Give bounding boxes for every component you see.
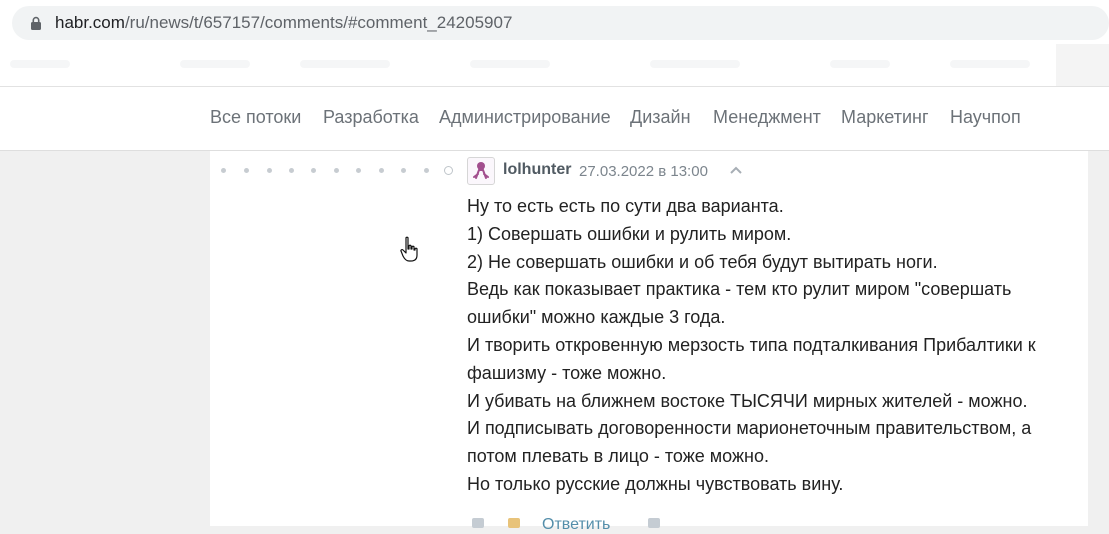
- bookmark-item[interactable]: [180, 60, 250, 68]
- comment-line: И убивать на ближнем востоке ТЫСЯЧИ мирн…: [467, 390, 1028, 411]
- comment-line: потом плевать в лицо - тоже можно.: [467, 446, 769, 467]
- avatar-icon[interactable]: [467, 157, 495, 185]
- thread-level-dot: [311, 168, 316, 173]
- nav-item-popsci[interactable]: Научпоп: [950, 107, 1021, 128]
- nav-item-development[interactable]: Разработка: [323, 107, 419, 128]
- comment-line: Ну то есть есть по сути два варианта.: [467, 196, 784, 216]
- comment-body: Ну то есть есть по сути два варианта. 1)…: [467, 193, 1077, 499]
- comment-line: И подписывать договоренности марионеточн…: [467, 418, 1032, 439]
- comment-line: фашизму - тоже можно.: [467, 362, 667, 383]
- comment-username[interactable]: lolhunter: [503, 161, 571, 179]
- reply-link[interactable]: Ответить: [542, 516, 610, 534]
- url-path: /ru/news/t/657157/comments/#comment_2420…: [124, 13, 513, 32]
- bookmark-item[interactable]: [950, 60, 1030, 68]
- comment-line: И творить откровенную мерзость типа подт…: [467, 334, 1036, 355]
- bookmarks-bar: [0, 44, 1109, 87]
- flows-nav: Все потоки Разработка Администрирование …: [0, 87, 1109, 151]
- comment-line: 1) Совершать ошибки и рулить миром.: [467, 223, 792, 244]
- address-bar[interactable]: habr.com/ru/news/t/657157/comments/#comm…: [12, 6, 1109, 40]
- thread-level-dot: [356, 168, 361, 173]
- vote-icon[interactable]: [472, 518, 484, 528]
- comment-line: Но только русские должны чувствовать вин…: [467, 473, 844, 494]
- url-host: habr.com: [55, 13, 125, 32]
- nav-item-administration[interactable]: Администрирование: [439, 107, 611, 128]
- lock-icon[interactable]: [29, 16, 43, 30]
- thread-level-dot: [244, 168, 249, 173]
- bookmark-item[interactable]: [10, 60, 70, 68]
- bookmark-item[interactable]: [830, 60, 890, 68]
- thread-current-ring[interactable]: [444, 166, 453, 175]
- bookmark-icon[interactable]: [648, 518, 660, 528]
- thread-level-dot: [334, 168, 339, 173]
- thread-level-dot: [379, 168, 384, 173]
- thread-level-dot: [289, 168, 294, 173]
- bookmark-item[interactable]: [650, 60, 740, 68]
- comment-line: ошибки" можно каждые 3 года.: [467, 307, 726, 328]
- thread-level-dot: [267, 168, 272, 173]
- hand-cursor-icon: [400, 236, 418, 262]
- thread-level-dot: [424, 168, 429, 173]
- karma-icon[interactable]: [508, 518, 520, 528]
- nav-item-marketing[interactable]: Маркетинг: [841, 107, 929, 128]
- nav-item-design[interactable]: Дизайн: [630, 107, 691, 128]
- comment-date[interactable]: 27.03.2022 в 13:00: [579, 163, 708, 180]
- thread-level-dot: [401, 168, 406, 173]
- comment-line: Ведь как показывает практика - тем кто р…: [467, 279, 1012, 300]
- collapse-chevron-icon[interactable]: [729, 163, 743, 177]
- bookmark-item[interactable]: [300, 60, 390, 68]
- comment-line: 2) Не совершать ошибки и об тебя будут в…: [467, 251, 938, 272]
- nav-item-all-flows[interactable]: Все потоки: [210, 107, 301, 128]
- bookmark-item[interactable]: [470, 60, 550, 68]
- url-text[interactable]: habr.com/ru/news/t/657157/comments/#comm…: [55, 13, 512, 33]
- thread-level-dot: [221, 168, 226, 173]
- toolbar-edge: [1056, 44, 1109, 86]
- nav-item-management[interactable]: Менеджмент: [713, 107, 821, 128]
